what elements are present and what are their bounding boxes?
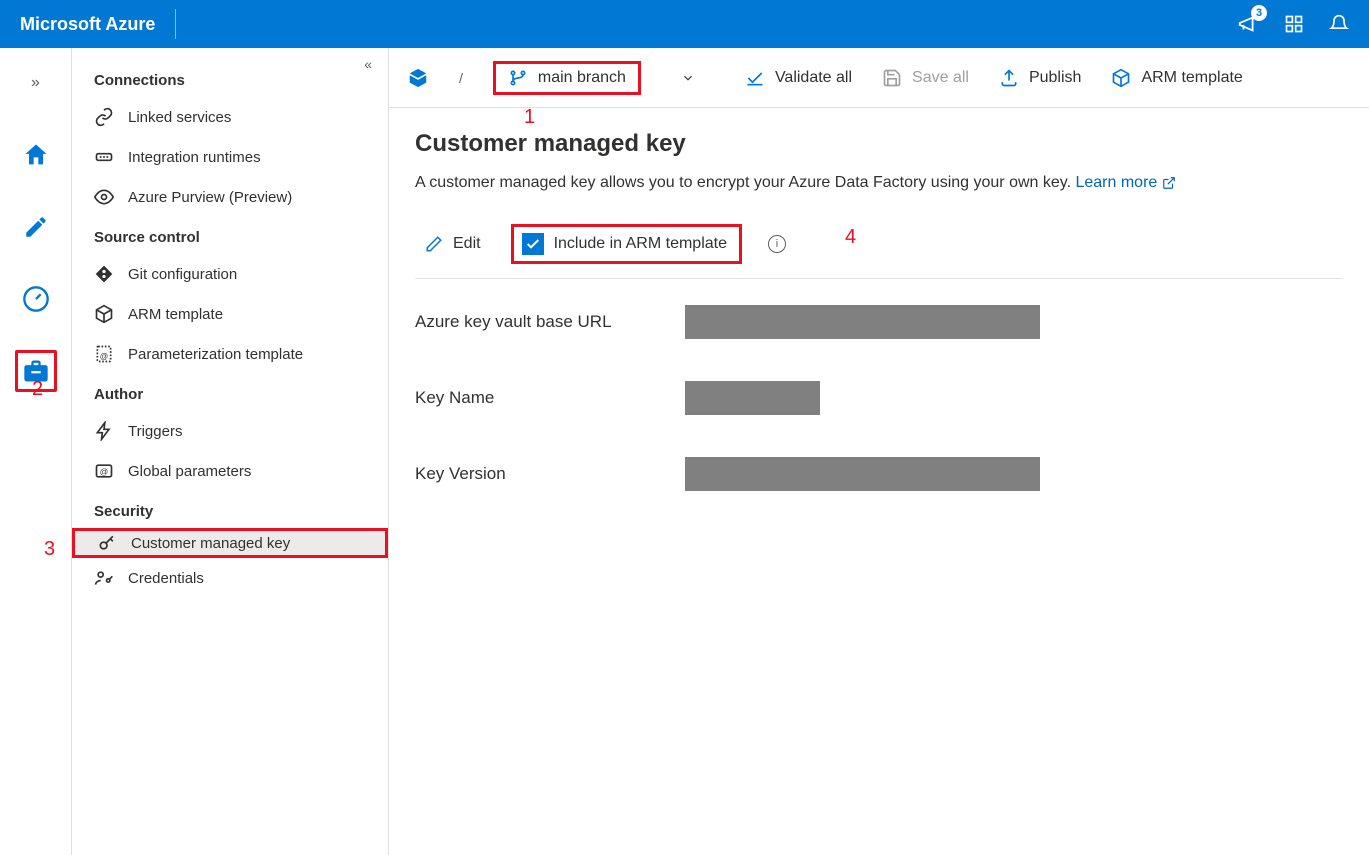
publish-button[interactable]: Publish [999, 68, 1081, 88]
field-label-key-version: Key Version [415, 464, 685, 484]
field-label-vault-url: Azure key vault base URL [415, 312, 685, 332]
annotation-2: 2 [32, 378, 43, 401]
left-rail: » 2 [0, 48, 72, 855]
key-icon [97, 533, 117, 553]
annotation-4: 4 [845, 226, 856, 249]
svg-text:@: @ [100, 351, 108, 361]
person-key-icon [94, 568, 114, 588]
field-label-key-name: Key Name [415, 388, 685, 408]
include-label: Include in ARM template [554, 235, 727, 253]
include-arm-checkbox-group[interactable]: Include in ARM template [511, 224, 742, 264]
publish-label: Publish [1029, 69, 1081, 87]
link-icon [94, 107, 114, 127]
pencil-icon[interactable] [15, 206, 57, 248]
branch-selector[interactable]: main branch [493, 61, 641, 95]
arm-template-label: ARM template [1141, 69, 1242, 87]
arm-template-button[interactable]: ARM template [1111, 68, 1242, 88]
sidebar-item-purview[interactable]: Azure Purview (Preview) [72, 177, 388, 217]
sidebar-item-label: ARM template [128, 306, 223, 323]
git-icon [94, 264, 114, 284]
field-value-vault-url [685, 305, 1040, 339]
external-link-icon [1162, 174, 1176, 191]
sidebar-item-triggers[interactable]: Triggers [72, 411, 388, 451]
section-connections: Connections [72, 60, 388, 97]
section-source-control: Source control [72, 217, 388, 254]
runtime-icon [94, 147, 114, 167]
save-all-label: Save all [912, 69, 969, 87]
sidebar-item-linked[interactable]: Linked services [72, 97, 388, 137]
sidebar-item-arm[interactable]: ARM template [72, 294, 388, 334]
sidebar-item-integration[interactable]: Integration runtimes [72, 137, 388, 177]
sidebar-item-label: Azure Purview (Preview) [128, 189, 292, 206]
sidebar-item-label: Customer managed key [131, 535, 290, 552]
sidebar-item-label: Credentials [128, 570, 204, 587]
info-icon[interactable]: i [768, 235, 786, 253]
sidebar-item-param[interactable]: @ Parameterization template [72, 334, 388, 374]
eye-icon [94, 187, 114, 207]
learn-more-link[interactable]: Learn more [1075, 174, 1175, 191]
checkbox-checked-icon[interactable] [522, 233, 544, 255]
edit-label: Edit [453, 235, 481, 253]
validate-all-label: Validate all [775, 69, 852, 87]
sidebar-item-cmk[interactable]: Customer managed key [72, 528, 388, 558]
sidebar-item-git[interactable]: Git configuration [72, 254, 388, 294]
gauge-icon[interactable] [15, 278, 57, 320]
chevron-down-icon[interactable] [681, 71, 695, 85]
bell-icon[interactable] [1329, 14, 1349, 34]
annotation-3: 3 [44, 538, 55, 561]
toolbar: / main branch 1 Validate all Save all Pu… [389, 48, 1369, 108]
sidebar-item-label: Git configuration [128, 266, 237, 283]
sidebar-item-label: Triggers [128, 423, 182, 440]
sidebar-item-label: Integration runtimes [128, 149, 261, 166]
bolt-icon [94, 421, 114, 441]
dashboard-icon[interactable] [1284, 14, 1304, 34]
megaphone-icon[interactable]: 3 [1237, 13, 1259, 35]
page-title: Customer managed key [415, 130, 1343, 158]
notification-badge: 3 [1251, 5, 1267, 21]
header-divider [175, 9, 176, 39]
section-security: Security [72, 491, 388, 528]
field-value-key-version [685, 457, 1040, 491]
top-header: Microsoft Azure 3 [0, 0, 1369, 48]
save-all-button: Save all [882, 68, 969, 88]
sidebar-item-label: Parameterization template [128, 346, 303, 363]
at-icon: @ [94, 461, 114, 481]
edit-button[interactable]: Edit [415, 229, 491, 259]
home-icon[interactable] [15, 134, 57, 176]
field-value-key-name [685, 381, 820, 415]
branch-label: main branch [538, 69, 626, 87]
sidebar-item-label: Linked services [128, 109, 231, 126]
brand-label: Microsoft Azure [20, 14, 155, 35]
sidebar-item-label: Global parameters [128, 463, 251, 480]
validate-all-button[interactable]: Validate all [745, 68, 852, 88]
section-author: Author [72, 374, 388, 411]
breadcrumb-slash: / [459, 70, 463, 86]
sidebar-item-global[interactable]: @ Global parameters [72, 451, 388, 491]
svg-text:@: @ [100, 466, 108, 476]
template-icon: @ [94, 344, 114, 364]
cube-icon [94, 304, 114, 324]
sidebar: « Connections Linked services Integratio… [72, 48, 389, 855]
annotation-1: 1 [524, 106, 535, 129]
collapse-icon[interactable]: « [364, 56, 372, 72]
sidebar-item-credentials[interactable]: Credentials [72, 558, 388, 598]
datafactory-icon [407, 67, 429, 89]
page-description: A customer managed key allows you to enc… [415, 174, 1343, 192]
rail-expand-icon[interactable]: » [15, 62, 57, 104]
